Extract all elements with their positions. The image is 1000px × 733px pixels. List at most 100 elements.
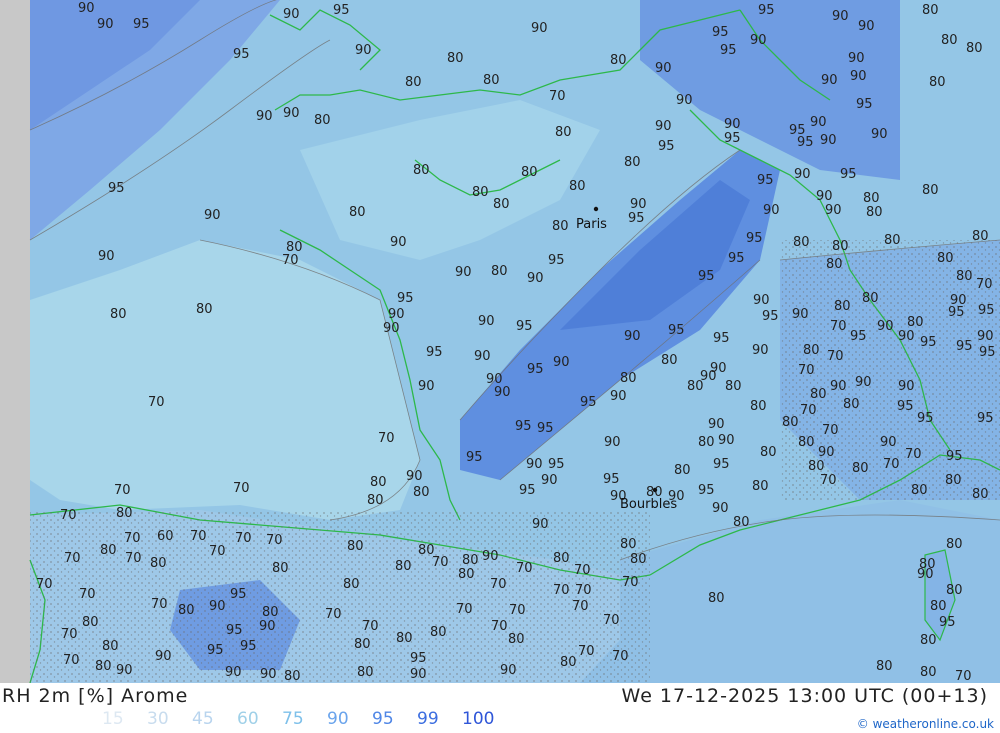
contour-label: 80 — [413, 485, 430, 500]
contour-label: 80 — [911, 483, 928, 498]
contour-label: 90 — [708, 417, 725, 432]
contour-label: 95 — [537, 421, 554, 436]
contour-label: 90 — [810, 115, 827, 130]
bourbles-marker — [652, 487, 658, 493]
contour-label: 95 — [920, 335, 937, 350]
contour-label: 95 — [207, 643, 224, 658]
contour-label: 80 — [491, 264, 508, 279]
contour-label: 90 — [610, 389, 627, 404]
contour-label: 80 — [447, 51, 464, 66]
contour-label: 90 — [630, 197, 647, 212]
contour-label: 90 — [830, 379, 847, 394]
contour-label: 95 — [797, 135, 814, 150]
contour-label: 70 — [114, 483, 131, 498]
contour-label: 90 — [855, 375, 872, 390]
contour-label: 90 — [880, 435, 897, 450]
contour-label: 80 — [922, 3, 939, 18]
contour-label: 90 — [753, 293, 770, 308]
contour-label: 95 — [515, 419, 532, 434]
contour-label: 95 — [956, 339, 973, 354]
contour-label: 80 — [110, 307, 127, 322]
legend-value: 45 — [192, 709, 214, 729]
contour-label: 95 — [628, 211, 645, 226]
contour-label: 80 — [314, 113, 331, 128]
contour-label: 70 — [266, 533, 283, 548]
contour-label: 90 — [97, 17, 114, 32]
contour-label: 80 — [493, 197, 510, 212]
contour-label: 80 — [370, 475, 387, 490]
contour-label: 80 — [698, 435, 715, 450]
contour-label: 90 — [526, 457, 543, 472]
contour-label: 80 — [674, 463, 691, 478]
contour-label: 80 — [521, 165, 538, 180]
contour-label: 95 — [333, 3, 350, 18]
contour-label: 95 — [668, 323, 685, 338]
contour-label: 95 — [713, 331, 730, 346]
contour-label: 95 — [580, 395, 597, 410]
contour-label: 95 — [548, 253, 565, 268]
contour-label: 80 — [862, 291, 879, 306]
contour-label: 80 — [798, 435, 815, 450]
contour-label: 70 — [612, 649, 629, 664]
contour-label: 70 — [830, 319, 847, 334]
contour-label: 95 — [397, 291, 414, 306]
offmap-strip — [0, 0, 30, 683]
contour-label: 80 — [750, 399, 767, 414]
contour-label: 80 — [708, 591, 725, 606]
contour-label: 80 — [826, 257, 843, 272]
contour-label: 70 — [190, 529, 207, 544]
contour-label: 90 — [604, 435, 621, 450]
contour-label: 90 — [225, 665, 242, 680]
valid-time: We 17-12-2025 13:00 UTC (00+13) — [621, 685, 988, 707]
contour-label: 80 — [937, 251, 954, 266]
contour-label: 80 — [343, 577, 360, 592]
contour-label: 80 — [95, 659, 112, 674]
contour-label: 80 — [552, 219, 569, 234]
contour-label: 95 — [850, 329, 867, 344]
contour-label: 90 — [877, 319, 894, 334]
contour-label: 80 — [508, 632, 525, 647]
contour-label: 95 — [897, 399, 914, 414]
contour-label: 90 — [676, 93, 693, 108]
contour-label: 90 — [494, 385, 511, 400]
legend-value: 60 — [237, 709, 259, 729]
contour-label: 90 — [821, 73, 838, 88]
contour-label: 95 — [230, 587, 247, 602]
contour-label: 70 — [151, 597, 168, 612]
contour-label: 80 — [946, 583, 963, 598]
contour-label: 80 — [357, 665, 374, 680]
contour-label: 70 — [827, 349, 844, 364]
contour-label: 80 — [284, 669, 301, 683]
contour-label: 80 — [367, 493, 384, 508]
contour-label: 80 — [884, 233, 901, 248]
contour-label: 95 — [516, 319, 533, 334]
copyright-link[interactable]: © weatheronline.co.uk — [857, 717, 994, 731]
contour-label: 70 — [622, 575, 639, 590]
contour-label: 70 — [490, 577, 507, 592]
contour-label: 80 — [458, 567, 475, 582]
contour-label: 90 — [858, 19, 875, 34]
contour-label: 80 — [945, 473, 962, 488]
contour-label: 70 — [553, 583, 570, 598]
contour-label: 80 — [922, 183, 939, 198]
contour-label: 70 — [432, 555, 449, 570]
contour-label: 80 — [82, 615, 99, 630]
contour-label: 90 — [260, 667, 277, 682]
contour-label: 80 — [793, 235, 810, 250]
contour-label: 70 — [574, 563, 591, 578]
contour-label: 70 — [63, 653, 80, 668]
contour-label: 80 — [941, 33, 958, 48]
contour-label: 80 — [354, 637, 371, 652]
legend-value: 15 — [102, 709, 124, 729]
contour-label: 80 — [413, 163, 430, 178]
contour-label: 80 — [610, 53, 627, 68]
contour-label: 95 — [978, 303, 995, 318]
contour-label: 90 — [792, 307, 809, 322]
contour-label: 90 — [832, 9, 849, 24]
contour-label: 80 — [555, 125, 572, 140]
city-label-bourbles: Bourbles — [620, 497, 677, 512]
copyright-text[interactable]: © weatheronline.co.uk — [857, 717, 994, 731]
contour-label: 70 — [575, 583, 592, 598]
contour-label: 70 — [124, 531, 141, 546]
contour-label: 70 — [378, 431, 395, 446]
